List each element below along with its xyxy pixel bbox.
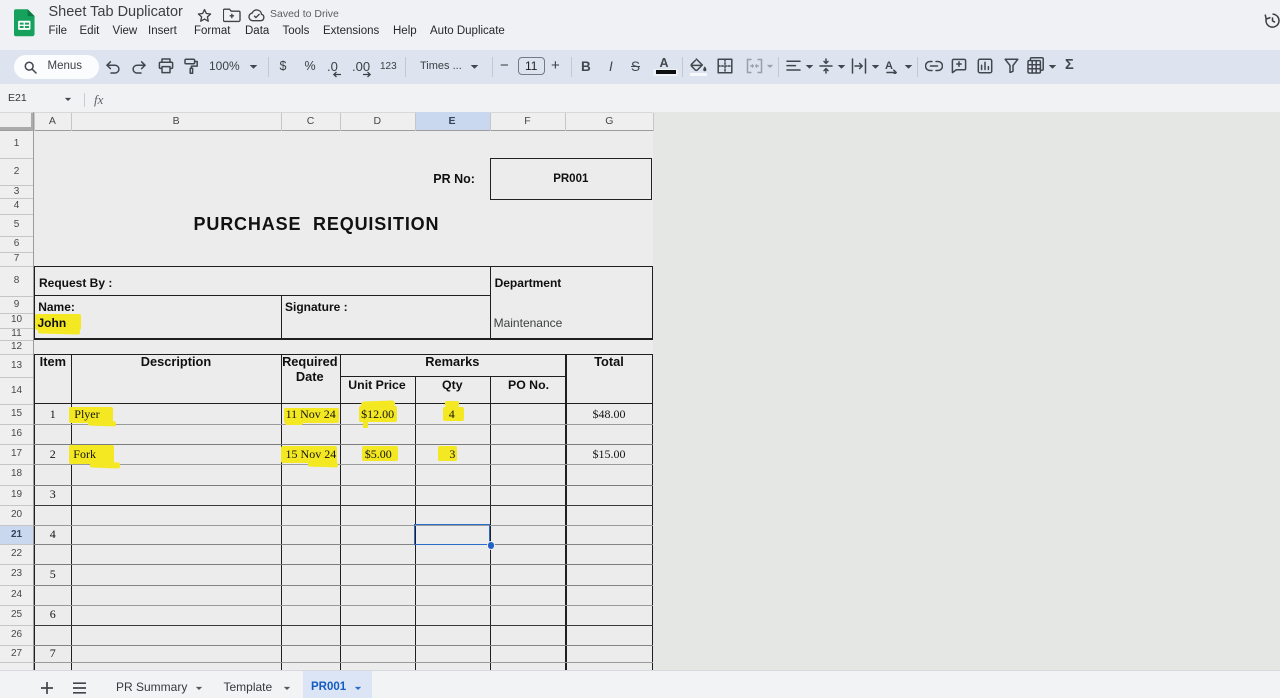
- svg-text:.00: .00: [352, 59, 370, 74]
- svg-text:A: A: [885, 60, 893, 72]
